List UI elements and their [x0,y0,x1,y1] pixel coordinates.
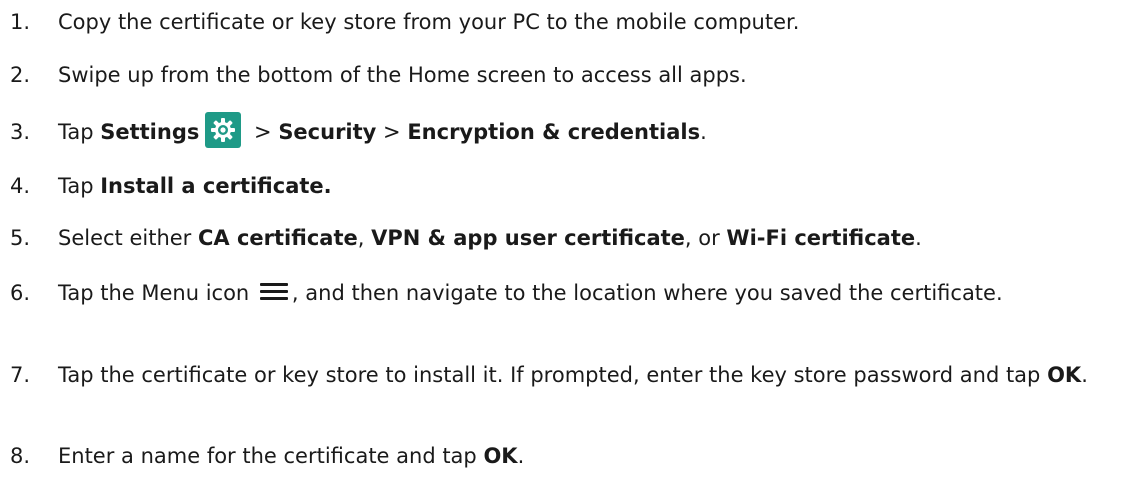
step-text-post: . [700,120,707,144]
step-number: 3. [10,120,31,144]
settings-label: Settings [100,120,200,144]
wifi-certificate-label: Wi-Fi certificate [726,226,916,250]
step-text-pre: Enter a name for the certificate and tap [58,444,484,468]
step-number: 8. [10,444,31,468]
list-item-step-7: 7. Tap the certificate or key store to i… [0,360,1139,390]
step-text-pre: Tap the certificate or key store to inst… [58,363,1048,387]
step-text: Enter a name for the certificate and tap… [58,441,1139,471]
step-text: Tap the Menu icon , and then navigate to… [58,278,1139,308]
step-number: 1. [10,10,31,34]
breadcrumb-separator: > [376,120,408,144]
breadcrumb-separator: > [247,120,279,144]
step-text-post: . [915,226,922,250]
step-text: Copy the certificate or key store from y… [58,7,1139,37]
separator: , or [684,226,727,250]
list-item-step-3: 3. Tap Settings > Security > Encryption … [0,112,1139,148]
step-number: 6. [10,281,31,305]
vpn-app-user-certificate-label: VPN & app user certificate [371,226,685,250]
ok-label: OK [1047,363,1082,387]
install-certificate-label: Install a certificate. [100,174,332,198]
step-text: Tap Install a certificate. [58,171,1139,201]
step-text: Tap Settings > Security > Encryption & c… [58,112,1139,148]
list-item-step-5: 5. Select either CA certificate, VPN & a… [0,223,1139,253]
step-text-post: . [1081,363,1088,387]
ok-label: OK [483,444,518,468]
menu-icon [259,281,290,303]
separator: , [357,226,372,250]
step-text-pre: Tap [58,174,101,198]
step-number: 7. [10,363,31,387]
list-item-step-8: 8. Enter a name for the certificate and … [0,441,1139,471]
step-text-content: Swipe up from the bottom of the Home scr… [58,63,747,87]
step-number: 4. [10,174,31,198]
step-text: Swipe up from the bottom of the Home scr… [58,60,1139,90]
security-label: Security [278,120,377,144]
step-text-pre: Tap [58,120,101,144]
step-text-post: . [517,444,525,468]
step-text-content: Copy the certificate or key store from y… [58,10,800,34]
step-number: 2. [10,63,31,87]
ca-certificate-label: CA certificate [198,226,358,250]
list-item-step-4: 4. Tap Install a certificate. [0,171,1139,201]
encryption-credentials-label: Encryption & credentials [407,120,701,144]
step-text-pre: Select either [58,226,198,250]
list-item-step-2: 2. Swipe up from the bottom of the Home … [0,60,1139,90]
step-text-pre: Tap the Menu icon [58,281,256,305]
step-text-post: , and then navigate to the location wher… [291,281,1003,305]
gear-icon [205,112,242,148]
list-item-step-6: 6. Tap the Menu icon , and then navigate… [0,278,1139,308]
step-text: Select either CA certificate, VPN & app … [58,223,1139,253]
step-text: Tap the certificate or key store to inst… [58,360,1139,390]
list-item-step-1: 1. Copy the certificate or key store fro… [0,7,1139,37]
step-number: 5. [10,226,31,250]
